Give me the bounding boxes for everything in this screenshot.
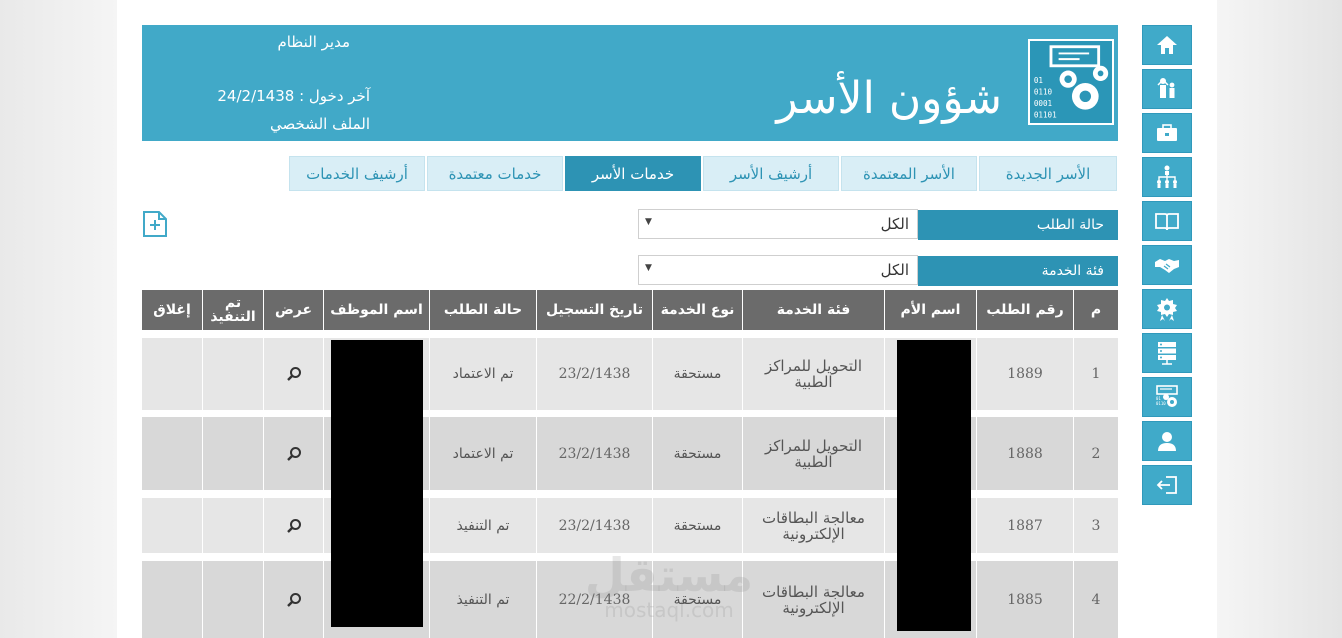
sidebar-item-handshake[interactable] — [1142, 245, 1192, 285]
svg-text:0110: 0110 — [1034, 87, 1053, 96]
status-filter-label: حالة الطلب — [918, 210, 1118, 240]
col-header-service-type: نوع الخدمة — [653, 290, 742, 330]
cell-service-category: التحويل للمراكز الطبية — [764, 357, 863, 391]
search-icon — [286, 367, 301, 381]
badge-icon — [1157, 298, 1177, 321]
cell-date: 22/2/1438 — [558, 591, 631, 608]
category-filter-select[interactable]: الكل ▼ — [638, 255, 918, 285]
sidebar-item-family[interactable] — [1142, 69, 1192, 109]
status-filter-value: الكل — [880, 215, 909, 233]
col-header-close: إغلاق — [142, 290, 202, 330]
cell-index: 1 — [1091, 366, 1101, 382]
tab-bar: الأسر الجديدة الأسر المعتمدة أرشيف الأسر… — [287, 156, 1117, 191]
cell-index: 2 — [1091, 445, 1101, 462]
cell-service-type: مستحقة — [673, 517, 722, 534]
sidebar-item-briefcase[interactable] — [1142, 113, 1192, 153]
sidebar-item-user[interactable] — [1142, 421, 1192, 461]
view-button[interactable] — [264, 417, 323, 490]
sidebar-item-report-settings[interactable]: 01 0110 — [1142, 377, 1192, 417]
cell-date: 23/2/1438 — [558, 517, 631, 534]
svg-text:01101: 01101 — [1034, 110, 1057, 119]
cell-status: تم الاعتماد — [452, 445, 514, 462]
cell-service-type: مستحقة — [673, 445, 722, 462]
svg-text:0001: 0001 — [1034, 99, 1053, 108]
org-chart-icon — [1157, 165, 1177, 188]
report-settings-icon: 010110 — [1156, 385, 1178, 407]
svg-text:01: 01 — [1034, 76, 1044, 85]
logo: 01 0110 0001 01101 — [1028, 39, 1114, 125]
tab-new-families[interactable]: الأسر الجديدة — [979, 156, 1117, 191]
col-header-request-no: رقم الطلب — [977, 290, 1073, 330]
sidebar-item-badge[interactable] — [1142, 289, 1192, 329]
cell-request-no: 1887 — [1007, 517, 1043, 534]
app-header: مدير النظام آخر دخول : 24/2/1438 الملف ا… — [142, 25, 1118, 141]
status-filter-select[interactable]: الكل ▼ — [638, 209, 918, 239]
col-header-employee: اسم الموظف — [324, 290, 429, 330]
cell-status: تم التنفيذ — [456, 517, 510, 534]
cell-status: تم الاعتماد — [452, 366, 514, 382]
tab-family-services[interactable]: خدمات الأسر — [565, 156, 701, 191]
category-filter-label: فئة الخدمة — [918, 256, 1118, 286]
last-login: آخر دخول : 24/2/1438 — [217, 87, 370, 105]
col-header-index: م — [1074, 290, 1118, 330]
tab-approved-families[interactable]: الأسر المعتمدة — [841, 156, 977, 191]
search-icon — [286, 518, 301, 533]
category-filter-value: الكل — [880, 261, 909, 279]
tab-approved-services[interactable]: خدمات معتمدة — [427, 156, 563, 191]
logout-icon — [1156, 476, 1177, 494]
book-icon — [1155, 213, 1179, 231]
col-header-date: تاريخ التسجيل — [537, 290, 652, 330]
view-button[interactable] — [264, 338, 323, 410]
sidebar-item-logout[interactable] — [1142, 465, 1192, 505]
cell-service-category: معالجة البطاقات الإلكترونية — [762, 508, 865, 543]
cell-service-type: مستحقة — [673, 591, 722, 608]
tab-services-archive[interactable]: أرشيف الخدمات — [289, 156, 425, 191]
requests-table: م رقم الطلب اسم الأم فئة الخدمة نوع الخد… — [142, 290, 1118, 638]
redacted-mother-name — [897, 340, 971, 631]
gear-binary-icon: 01 0110 0001 01101 — [1034, 45, 1109, 119]
col-header-mother-name: اسم الأم — [885, 290, 976, 330]
sidebar-item-org-chart[interactable] — [1142, 157, 1192, 197]
view-button[interactable] — [264, 561, 323, 638]
dropdown-arrow-icon: ▼ — [645, 217, 652, 227]
cell-status: تم التنفيذ — [456, 591, 510, 608]
tab-families-archive[interactable]: أرشيف الأسر — [703, 156, 839, 191]
add-document-icon[interactable] — [142, 210, 168, 238]
cell-request-no: 1888 — [1007, 445, 1043, 462]
cell-request-no: 1889 — [1007, 366, 1043, 382]
page-title: شؤون الأسر — [776, 73, 1002, 124]
handshake-icon — [1155, 259, 1179, 273]
cell-service-type: مستحقة — [673, 366, 722, 382]
col-header-service-category: فئة الخدمة — [743, 290, 884, 330]
profile-link[interactable]: الملف الشخصي — [270, 115, 370, 133]
cell-service-category: معالجة البطاقات الإلكترونية — [762, 582, 865, 617]
svg-text:0110: 0110 — [1156, 401, 1166, 406]
cell-service-category: التحويل للمراكز الطبية — [764, 436, 863, 471]
search-icon — [286, 592, 301, 607]
cell-date: 23/2/1438 — [558, 366, 631, 382]
user-role: مدير النظام — [277, 33, 350, 51]
col-header-executed: تم التنفيذ — [203, 290, 263, 330]
sidebar-item-server[interactable] — [1142, 333, 1192, 373]
sidebar-item-book[interactable] — [1142, 201, 1192, 241]
dropdown-arrow-icon: ▼ — [645, 263, 652, 273]
server-icon — [1158, 342, 1176, 365]
sidebar-item-home[interactable] — [1142, 25, 1192, 65]
col-header-view: عرض — [264, 290, 323, 330]
search-icon — [286, 446, 301, 461]
cell-request-no: 1885 — [1007, 591, 1043, 608]
cell-index: 3 — [1091, 517, 1101, 534]
cell-index: 4 — [1091, 591, 1101, 608]
cell-date: 23/2/1438 — [558, 445, 631, 462]
col-header-status: حالة الطلب — [430, 290, 536, 330]
view-button[interactable] — [264, 498, 323, 553]
user-icon — [1158, 432, 1176, 451]
redacted-employee-name — [331, 340, 423, 627]
home-icon — [1157, 36, 1177, 54]
briefcase-icon — [1157, 124, 1177, 141]
family-icon — [1157, 78, 1175, 98]
